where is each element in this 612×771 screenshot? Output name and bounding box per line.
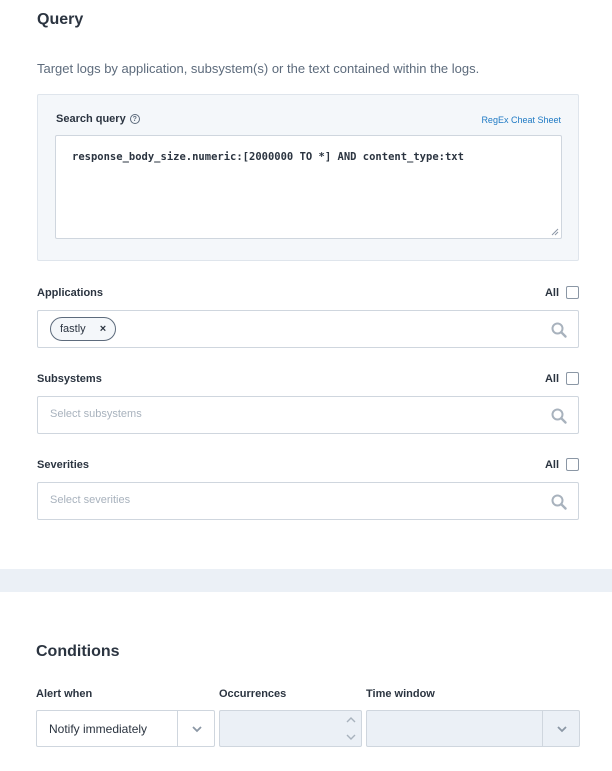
alert-when-label: Alert when: [36, 688, 93, 700]
query-section-title: Query: [37, 11, 84, 28]
subsystems-placeholder: Select subsystems: [50, 408, 142, 420]
severities-all-checkbox[interactable]: [566, 458, 579, 471]
conditions-section-title: Conditions: [36, 643, 120, 660]
occurrences-label: Occurrences: [219, 688, 287, 700]
severities-select[interactable]: Select severities: [37, 482, 579, 520]
help-icon[interactable]: ?: [129, 114, 140, 124]
subsystems-select[interactable]: Select subsystems: [37, 396, 579, 434]
search-icon: [551, 408, 567, 424]
search-query-text: response_body_size.numeric:[2000000 TO *…: [72, 151, 464, 163]
applications-all-checkbox[interactable]: [566, 286, 579, 299]
alert-when-value: Notify immediately: [49, 722, 148, 736]
search-query-label: Search query ?: [56, 113, 140, 125]
query-description: Target logs by application, subsystem(s)…: [37, 61, 480, 76]
subsystems-all-toggle[interactable]: All: [545, 372, 579, 385]
stepper-up-icon[interactable]: [343, 712, 359, 728]
dropdown-separator: [542, 711, 543, 746]
chevron-down-icon[interactable]: [555, 722, 569, 736]
chevron-down-icon[interactable]: [190, 722, 204, 736]
severities-all-label: All: [544, 458, 559, 471]
applications-all-toggle[interactable]: All: [545, 286, 579, 299]
regex-cheat-sheet-link[interactable]: RegEx Cheat Sheet: [481, 115, 561, 125]
severities-all-toggle[interactable]: All: [545, 458, 579, 471]
occurrences-stepper[interactable]: [219, 710, 362, 747]
resize-handle-icon[interactable]: [551, 228, 559, 236]
search-query-label-text: Search query: [56, 113, 126, 125]
subsystems-label: Subsystems: [37, 373, 102, 385]
subsystems-all-label: All: [544, 372, 559, 385]
section-divider: [0, 569, 612, 592]
applications-all-label: All: [544, 286, 559, 299]
search-icon: [551, 494, 567, 510]
search-query-panel: Search query ? RegEx Cheat Sheet respons…: [37, 94, 579, 261]
dropdown-separator: [177, 711, 178, 746]
application-chip: fastly ×: [50, 317, 117, 341]
chip-remove-icon[interactable]: ×: [100, 323, 106, 335]
alert-when-dropdown[interactable]: Notify immediately: [36, 710, 215, 747]
search-icon: [551, 322, 567, 338]
application-chip-label: fastly: [60, 323, 86, 335]
time-window-label: Time window: [366, 688, 435, 700]
time-window-dropdown[interactable]: [366, 710, 580, 747]
stepper-down-icon[interactable]: [343, 729, 359, 745]
applications-label: Applications: [37, 287, 104, 299]
search-query-textarea[interactable]: response_body_size.numeric:[2000000 TO *…: [55, 135, 562, 239]
severities-placeholder: Select severities: [50, 494, 131, 506]
applications-select[interactable]: fastly ×: [37, 310, 579, 348]
subsystems-all-checkbox[interactable]: [566, 372, 579, 385]
severities-label: Severities: [37, 459, 89, 471]
